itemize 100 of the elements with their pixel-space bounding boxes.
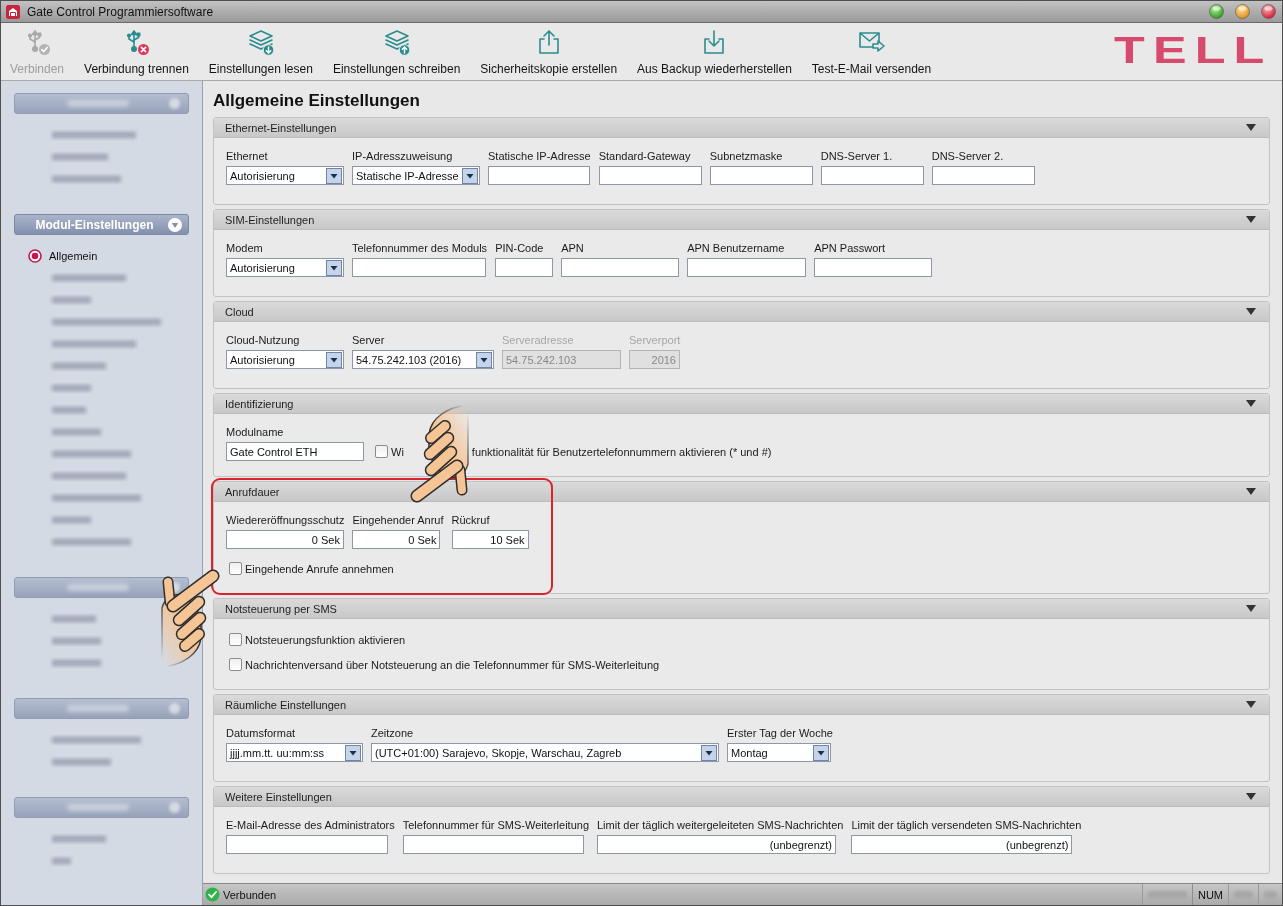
toolbar-button[interactable]: Einstellungen lesen [205,28,316,79]
blurred-nav-item[interactable] [49,404,89,416]
checkbox[interactable] [229,562,242,575]
text-field[interactable] [226,835,388,854]
blurred-nav-item[interactable] [49,173,124,185]
field-label: Serverport [629,333,681,347]
blurred-nav-item[interactable] [49,272,129,284]
checkbox-label: funktionalität für Benutzertelefonnummern aktivieren (* und #) [471,444,772,459]
caret-icon[interactable] [1246,793,1256,800]
blurred-nav-item[interactable] [49,514,94,526]
text-field[interactable] [488,166,590,185]
dropdown-select[interactable]: Autorisierung [226,258,344,277]
toolbar-button[interactable]: Einstellungen schreiben [329,28,464,79]
text-field[interactable]: (unbegrenzt) [597,835,836,854]
blurred-nav-item[interactable] [49,448,134,460]
caret-icon[interactable] [1246,701,1256,708]
section-header[interactable]: Cloud [214,302,1269,322]
section-header[interactable]: SIM-Einstellungen [214,210,1269,230]
status-indicator: NUM [1191,884,1228,905]
blurred-nav-item[interactable] [49,734,144,746]
blurred-nav-item[interactable] [49,855,74,867]
text-field[interactable] [820,166,924,185]
blurred-nav-item[interactable] [49,635,104,647]
blurred-nav-item[interactable] [49,316,164,328]
blurred-nav-item[interactable] [49,382,94,394]
section-header[interactable]: Räumliche Einstellungen [214,695,1269,715]
caret-icon[interactable] [1246,605,1256,612]
text-field[interactable] [598,166,702,185]
section-header[interactable]: Weitere Einstellungen [214,787,1269,807]
toolbar-button[interactable]: Aus Backup wiederherstellen [634,28,795,79]
blurred-nav-item[interactable] [49,338,139,350]
toolbar-button[interactable]: Test-E-Mail versenden [808,28,935,79]
dropdown-select[interactable]: 54.75.242.103 (2016) [352,350,494,369]
blurred-nav-item[interactable] [49,360,109,372]
blurred-nav-item[interactable] [49,613,99,625]
text-field[interactable] [495,258,554,277]
checkbox[interactable] [375,445,388,458]
caret-icon[interactable] [1246,216,1256,223]
field-label: DNS-Server 1. [820,149,893,163]
text-field[interactable] [402,835,584,854]
text-field[interactable] [931,166,1035,185]
text-field[interactable] [352,258,486,277]
section-header[interactable]: Ethernet-Einstellungen [214,118,1269,138]
blurred-nav-item[interactable] [49,294,94,306]
nav-item[interactable]: Allgemein [14,245,98,267]
dropdown-select[interactable]: Montag [727,743,831,762]
field-label: DNS-Server 2. [931,149,1004,163]
field-label: Modulname [226,425,284,439]
text-field[interactable]: 10 Sek [451,530,529,549]
field-label: Ethernet [226,149,268,163]
blurred-nav-item[interactable] [49,470,129,482]
close-icon[interactable] [1261,4,1276,19]
text-field[interactable] [561,258,680,277]
field-label: APN Passwort [814,241,886,255]
text-field[interactable] [814,258,933,277]
page-title: Allgemeine Einstellungen [213,90,420,112]
blurred-nav-item[interactable] [49,833,109,845]
dropdown-select[interactable]: Autorisierung [226,166,344,185]
field-label: Rückruf [451,513,490,527]
blurred-nav-item[interactable] [49,536,134,548]
blurred-group-header[interactable] [14,577,189,598]
text-field[interactable]: 0 Sek [226,530,344,549]
dropdown-select[interactable]: (UTC+01:00) Sarajevo, Skopje, Warschau, Zagreb [371,743,719,762]
blurred-nav-item[interactable] [49,151,111,163]
dropdown-select[interactable]: jjjj.mm.tt. uu:mm:ss [226,743,363,762]
toolbar-button[interactable]: Verbindung trennen [81,28,192,79]
check-circle-icon [205,887,220,902]
section-header[interactable]: Anrufdauer [214,482,1269,502]
brand-logo: TELL [1113,37,1272,65]
dropdown-select[interactable]: Autorisierung [226,350,344,369]
chevron-down-icon[interactable] [168,217,182,232]
section-header[interactable]: Notsteuerung per SMS [214,599,1269,619]
maximize-icon[interactable] [1209,4,1224,19]
caret-icon[interactable] [1246,400,1256,407]
blurred-nav-item[interactable] [49,129,139,141]
field-label: Wiedereröffnungsschutz [226,513,345,527]
radio-icon [28,249,42,263]
blurred-nav-item[interactable] [49,426,104,438]
toolbar-button[interactable]: Sicherheitskopie erstellen [477,28,621,79]
caret-icon[interactable] [1246,308,1256,315]
layers-icon [382,28,411,56]
text-field[interactable]: Gate Control ETH [226,442,364,461]
minimize-icon[interactable] [1235,4,1250,19]
text-field[interactable]: 0 Sek [352,530,441,549]
blurred-nav-item[interactable] [49,492,144,504]
layers-icon [246,28,275,56]
text-field[interactable]: (unbegrenzt) [851,835,1073,854]
field-label: Serveradresse [502,333,574,347]
checkbox-label: Eingehende Anrufe annehmen [245,561,394,576]
text-field[interactable] [709,166,813,185]
window-title: Gate Control Programmiersoftware [27,4,214,19]
text-field[interactable] [687,258,807,277]
blurred-nav-item[interactable] [49,756,114,768]
checkbox[interactable] [229,633,242,646]
dropdown-select[interactable]: Statische IP-Adresse [352,166,480,185]
caret-icon[interactable] [1246,124,1256,131]
blurred-nav-item[interactable] [49,657,104,669]
field-label: Cloud-Nutzung [226,333,300,347]
checkbox[interactable] [229,658,242,671]
caret-icon[interactable] [1246,488,1256,495]
